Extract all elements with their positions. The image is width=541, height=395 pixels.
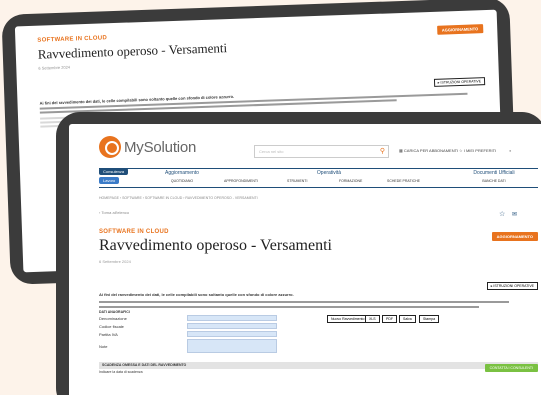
- cart-label: CARICA PER ABBONAMENTI: [403, 148, 459, 153]
- section-bar: SCADENZA OMESSA E DATI DEL RAVVEDIMENTO: [99, 362, 538, 369]
- breadcrumb[interactable]: HOMEPAGE › SOFTWARE › SOFTWARE IN CLOUD …: [99, 196, 258, 200]
- main-nav: Consulenza Lavoro Aggiornamento QUOTIDIA…: [99, 168, 538, 188]
- back-link[interactable]: ‹ Torna all'elenco: [99, 210, 129, 215]
- nav-section-aggiornamento[interactable]: Aggiornamento QUOTIDIANO: [147, 170, 217, 183]
- software-label: SOFTWARE IN CLOUD: [99, 229, 169, 235]
- logo-text: MySolution: [124, 138, 197, 156]
- form-label-codice-fiscale: Codice fiscale: [99, 324, 124, 329]
- front-tablet: MySolution Cerca nel sito ⚲ ▦ CARICA PER…: [56, 112, 541, 395]
- contact-consultants-button[interactable]: CONTATTA I CONSULENTI: [484, 364, 538, 372]
- nav-section-sub: BANCHE DATI: [482, 179, 506, 183]
- print-button[interactable]: Stampa: [419, 315, 440, 323]
- form-section-title: DATI ANAGRAFICI: [99, 310, 130, 314]
- search-placeholder: Cerca nel sito: [259, 149, 284, 154]
- form-label-partita-iva: Partita IVA: [99, 332, 118, 337]
- page-title: Ravvedimento operoso - Versamenti: [99, 237, 332, 254]
- text-line: [99, 301, 509, 303]
- nav-section-label: Documenti Ufficiali: [473, 170, 515, 176]
- nav-item-strumenti[interactable]: STRUMENTI: [287, 179, 307, 183]
- nav-section-sub: QUOTIDIANO: [170, 179, 194, 183]
- section-sub-text: Indicare la data di scadenza: [99, 370, 143, 374]
- nav-section-operativita: Operatività: [219, 170, 439, 176]
- cart-icon: ▦: [399, 148, 403, 153]
- favorites-link[interactable]: ☆ I MIEI PREFERITI: [459, 148, 496, 153]
- user-icon[interactable]: ●: [509, 148, 511, 153]
- favorite-star-icon[interactable]: ☆: [499, 210, 505, 218]
- nav-section-documenti[interactable]: Documenti Ufficiali BANCHE DATI: [459, 170, 529, 183]
- page-content: SOFTWARE IN CLOUD Ravvedimento operoso -…: [99, 229, 519, 264]
- cart-link[interactable]: ▦ CARICA PER ABBONAMENTI: [399, 148, 458, 153]
- new-ravvedimento-button[interactable]: Nuovo Ravvedimento: [327, 315, 369, 323]
- nav-section-label: Aggiornamento: [165, 170, 199, 176]
- star-icon: ☆: [459, 148, 463, 153]
- nav-badge-consulenza[interactable]: Consulenza: [99, 168, 129, 175]
- codice-fiscale-field[interactable]: [187, 323, 277, 329]
- note-field[interactable]: [187, 339, 277, 353]
- mysolution-logo[interactable]: MySolution: [99, 136, 196, 158]
- share-icon[interactable]: ✉: [512, 211, 517, 218]
- nav-badge-lavoro[interactable]: Lavoro: [99, 177, 120, 184]
- nav-item-approfondimenti[interactable]: APPROFONDIMENTI: [224, 179, 258, 183]
- text-line: [99, 306, 479, 308]
- xls-button[interactable]: XLS: [365, 315, 380, 323]
- favorites-label: I MIEI PREFERITI: [463, 148, 497, 153]
- nav-item-schede-pratiche[interactable]: SCHEDE PRATICHE: [387, 179, 420, 183]
- operative-button[interactable]: ▸ ISTRUZIONI OPERATIVE: [486, 282, 538, 290]
- pdf-button[interactable]: PDF: [382, 315, 397, 323]
- nav-section-label: Operatività: [316, 170, 342, 176]
- intro-text: Ai fini del ravvedimento dei dati, le ce…: [99, 292, 294, 297]
- form-label-note: Note: [99, 344, 108, 349]
- page-date: 6 Settembre 2024: [99, 259, 131, 264]
- form-label-denominazione: Denominazione: [99, 316, 127, 321]
- partita-iva-field[interactable]: [187, 331, 277, 337]
- front-tablet-screen: MySolution Cerca nel sito ⚲ ▦ CARICA PER…: [69, 124, 541, 395]
- denominazione-field[interactable]: [187, 315, 277, 321]
- save-button[interactable]: Salva: [399, 315, 416, 323]
- search-input[interactable]: Cerca nel sito ⚲: [254, 145, 389, 158]
- logo-mark-icon: [99, 136, 121, 158]
- nav-item-formazione[interactable]: FORMAZIONE: [339, 179, 362, 183]
- search-icon[interactable]: ⚲: [380, 147, 385, 155]
